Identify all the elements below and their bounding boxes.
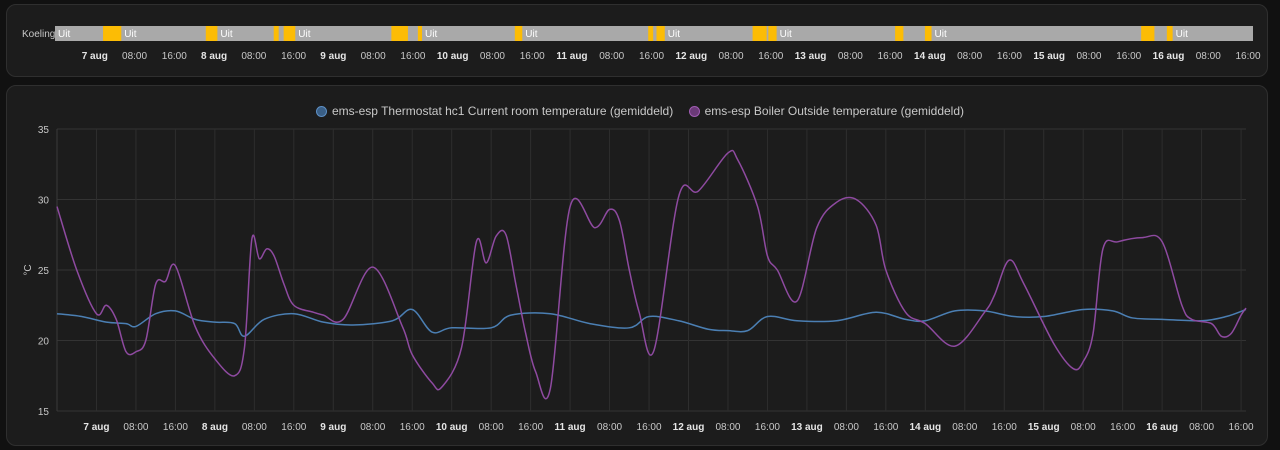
x-tick-label: 08:00 (123, 422, 148, 433)
temperature-line-chart[interactable]: 15 20 25 30 35 °C 7 aug 08:00 16:00 8 aug 08:00 1… (0, 0, 1280, 450)
y-tick-label: 15 (38, 407, 50, 418)
x-tick-label: 12 aug (673, 422, 705, 433)
x-tick-label: 16:00 (992, 422, 1017, 433)
y-axis-label: °C (23, 264, 34, 275)
x-tick-label: 15 aug (1028, 422, 1060, 433)
x-tick-label: 08:00 (479, 422, 504, 433)
x-tick-label: 13 aug (791, 422, 823, 433)
y-tick-label: 35 (38, 125, 50, 136)
x-tick-label: 08:00 (834, 422, 859, 433)
x-tick-label: 16 aug (1146, 422, 1178, 433)
chart-series (56, 149, 1247, 400)
y-axis: 15 20 25 30 35 (38, 125, 50, 418)
x-tick-label: 16:00 (281, 422, 306, 433)
series-outside-temperature-line (56, 149, 1247, 400)
y-tick-label: 30 (38, 196, 50, 207)
x-axis: 7 aug 08:00 16:00 8 aug 08:00 16:00 9 aug 08:00… (83, 422, 1254, 433)
x-tick-label: 16:00 (1229, 422, 1254, 433)
x-tick-label: 16:00 (637, 422, 662, 433)
x-tick-label: 16:00 (400, 422, 425, 433)
x-tick-label: 16:00 (873, 422, 898, 433)
x-tick-label: 08:00 (1071, 422, 1096, 433)
x-tick-label: 16:00 (518, 422, 543, 433)
y-tick-label: 20 (38, 337, 50, 348)
x-tick-label: 7 aug (83, 422, 109, 433)
x-tick-label: 08:00 (597, 422, 622, 433)
x-tick-label: 8 aug (202, 422, 228, 433)
x-tick-label: 08:00 (1189, 422, 1214, 433)
x-tick-label: 11 aug (555, 422, 586, 433)
x-tick-label: 08:00 (242, 422, 267, 433)
x-tick-label: 08:00 (952, 422, 977, 433)
x-tick-label: 08:00 (715, 422, 740, 433)
x-tick-label: 10 aug (436, 422, 468, 433)
x-tick-label: 14 aug (909, 422, 941, 433)
x-tick-label: 16:00 (163, 422, 188, 433)
series-room-temperature-line (56, 308, 1247, 338)
y-tick-label: 25 (38, 266, 50, 277)
chart-grid (56, 128, 1246, 412)
x-tick-label: 9 aug (320, 422, 346, 433)
x-tick-label: 16:00 (755, 422, 780, 433)
x-tick-label: 08:00 (360, 422, 385, 433)
x-tick-label: 16:00 (1110, 422, 1135, 433)
